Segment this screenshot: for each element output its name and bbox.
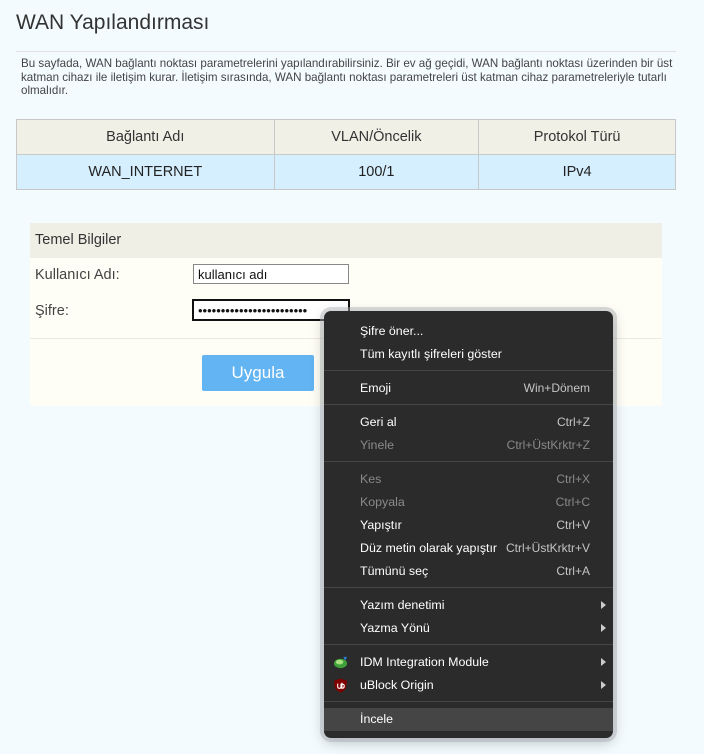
- menu-item-cut[interactable]: Kes Ctrl+X: [324, 468, 613, 491]
- menu-item-shortcut: Win+Dönem: [523, 381, 590, 395]
- menu-item-label: İncele: [360, 712, 394, 726]
- menu-item-label: Düz metin olarak yapıştır: [360, 541, 498, 555]
- menu-separator: [324, 370, 613, 371]
- menu-separator: [324, 587, 613, 588]
- menu-item-copy[interactable]: Kopyala Ctrl+C: [324, 491, 613, 514]
- password-label: Şifre:: [35, 303, 69, 319]
- menu-item-label: Şifre öner...: [360, 324, 424, 338]
- menu-item-shortcut: Ctrl+Z: [557, 415, 590, 429]
- menu-item-label: Tüm kayıtlı şifreleri göster: [360, 347, 502, 361]
- protocol-type-cell[interactable]: IPv4: [478, 154, 676, 190]
- menu-separator: [324, 701, 613, 702]
- username-label: Kullanıcı Adı:: [35, 267, 120, 283]
- title-divider: [16, 51, 676, 52]
- menu-item-undo[interactable]: Geri al Ctrl+Z: [324, 411, 613, 434]
- menu-item-idm-integration[interactable]: IDM Integration Module: [324, 651, 613, 674]
- idm-icon: [333, 656, 348, 669]
- table-row[interactable]: WAN_INTERNET 100/1 IPv4: [16, 154, 676, 190]
- menu-item-paste-plain-text[interactable]: Düz metin olarak yapıştır Ctrl+ÜstKrktr+…: [324, 537, 613, 560]
- menu-item-label: Kopyala: [360, 495, 405, 509]
- menu-item-show-saved-passwords[interactable]: Tüm kayıtlı şifreleri göster: [324, 343, 613, 366]
- menu-item-shortcut: Ctrl+A: [556, 564, 590, 578]
- menu-item-paste[interactable]: Yapıştır Ctrl+V: [324, 514, 613, 537]
- menu-item-suggest-password[interactable]: Şifre öner...: [324, 320, 613, 343]
- menu-item-writing-direction[interactable]: Yazma Yönü: [324, 617, 613, 640]
- submenu-arrow-icon: [601, 624, 606, 632]
- menu-item-label: Yapıştır: [360, 518, 402, 532]
- menu-item-label: Kes: [360, 472, 382, 486]
- menu-item-label: IDM Integration Module: [360, 655, 489, 669]
- menu-item-select-all[interactable]: Tümünü seç Ctrl+A: [324, 560, 613, 583]
- context-menu: Şifre öner... Tüm kayıtlı şifreleri göst…: [324, 311, 613, 738]
- menu-item-ublock-origin[interactable]: uBlock Origin: [324, 674, 613, 697]
- ublock-origin-icon: [333, 678, 348, 693]
- menu-item-emoji[interactable]: Emoji Win+Dönem: [324, 377, 613, 400]
- menu-item-label: uBlock Origin: [360, 678, 434, 692]
- page-description: Bu sayfada, WAN bağlantı noktası paramet…: [21, 57, 673, 98]
- submenu-arrow-icon: [601, 681, 606, 689]
- menu-item-shortcut: Ctrl+V: [556, 518, 590, 532]
- menu-item-label: Yazma Yönü: [360, 621, 430, 635]
- menu-item-label: Yinele: [360, 438, 394, 452]
- submenu-arrow-icon: [601, 601, 606, 609]
- vlan-priority-cell[interactable]: 100/1: [273, 154, 480, 190]
- column-header-protocol-type: Protokol Türü: [478, 119, 676, 155]
- column-header-vlan-priority: VLAN/Öncelik: [273, 119, 480, 155]
- menu-item-label: Emoji: [360, 381, 391, 395]
- menu-item-shortcut: Ctrl+C: [555, 495, 590, 509]
- menu-item-shortcut: Ctrl+ÜstKrktr+Z: [506, 438, 590, 452]
- table-header-row: Bağlantı Adı VLAN/Öncelik Protokol Türü: [16, 119, 676, 155]
- apply-button[interactable]: Uygula: [202, 355, 314, 391]
- menu-item-shortcut: Ctrl+X: [556, 472, 590, 486]
- menu-separator: [324, 404, 613, 405]
- basic-info-header: Temel Bilgiler: [30, 223, 662, 258]
- menu-item-label: Tümünü seç: [360, 564, 429, 578]
- menu-separator: [324, 644, 613, 645]
- menu-item-label: Yazım denetimi: [360, 598, 445, 612]
- menu-item-inspect[interactable]: İncele: [324, 708, 613, 731]
- menu-item-shortcut: Ctrl+ÜstKrktr+V: [505, 541, 590, 555]
- username-input[interactable]: [193, 264, 349, 284]
- column-header-connection-name: Bağlantı Adı: [16, 119, 275, 155]
- submenu-arrow-icon: [601, 658, 606, 666]
- connection-name-cell[interactable]: WAN_INTERNET: [16, 154, 275, 190]
- menu-item-label: Geri al: [360, 415, 397, 429]
- wan-connection-table: Bağlantı Adı VLAN/Öncelik Protokol Türü …: [16, 119, 676, 190]
- menu-item-redo[interactable]: Yinele Ctrl+ÜstKrktr+Z: [324, 434, 613, 457]
- page-title: WAN Yapılandırması: [16, 11, 210, 34]
- menu-item-spell-check[interactable]: Yazım denetimi: [324, 594, 613, 617]
- menu-separator: [324, 461, 613, 462]
